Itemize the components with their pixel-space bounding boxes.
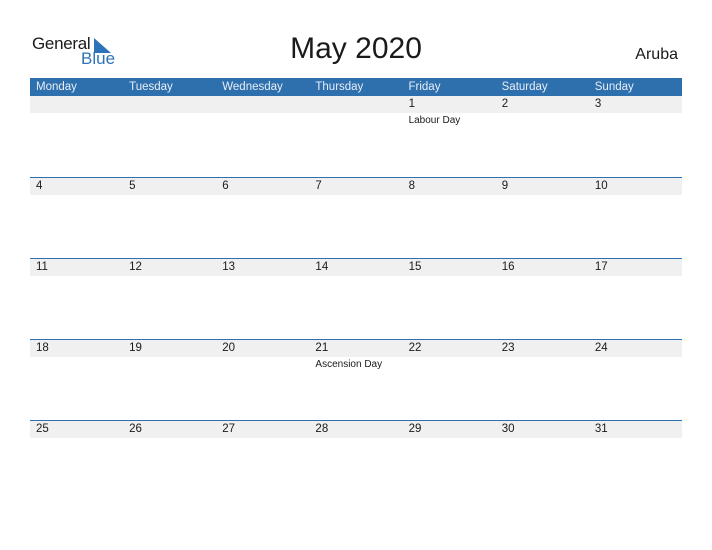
day-cell <box>216 96 309 177</box>
day-cell: 10 <box>589 178 682 259</box>
day-number: 7 <box>315 180 322 192</box>
day-cell: 5 <box>123 178 216 259</box>
day-cell: 15 <box>403 259 496 340</box>
day-cell: 18 <box>30 340 123 421</box>
day-cell: 20 <box>216 340 309 421</box>
day-cell: 23 <box>496 340 589 421</box>
day-number: 26 <box>129 423 142 435</box>
day-cell: 29 <box>403 421 496 502</box>
day-cell: 22 <box>403 340 496 421</box>
day-cell: 27 <box>216 421 309 502</box>
day-number: 8 <box>408 180 415 192</box>
holiday-label: Labour Day <box>408 115 461 126</box>
country-label: Aruba <box>635 46 678 63</box>
day-cell: 8 <box>403 178 496 259</box>
day-number: 12 <box>129 261 142 273</box>
day-number: 25 <box>36 423 49 435</box>
day-cell <box>30 96 123 177</box>
week-row: 1 Labour Day 2 3 <box>30 96 682 177</box>
weekday-header: Monday Tuesday Wednesday Thursday Friday… <box>30 78 682 96</box>
day-cell: 1 Labour Day <box>403 96 496 177</box>
day-cell: 30 <box>496 421 589 502</box>
weekday-friday: Friday <box>408 81 441 93</box>
day-number: 27 <box>222 423 236 435</box>
day-cell: 7 <box>309 178 402 259</box>
weekday-sunday: Sunday <box>594 81 634 93</box>
week-row: 11 12 13 14 15 16 17 <box>30 258 682 340</box>
weekday-saturday: Saturday <box>501 81 548 93</box>
day-number: 9 <box>501 180 509 192</box>
weekday-monday: Monday <box>36 81 77 93</box>
weekday-wednesday: Wednesday <box>222 81 283 93</box>
week-row: 18 19 20 21 Ascension Day 22 23 24 <box>30 339 682 421</box>
day-cell: 12 <box>123 259 216 340</box>
holiday-label: Ascension Day <box>315 359 383 370</box>
day-number: 22 <box>408 342 422 354</box>
day-number: 4 <box>36 180 43 192</box>
day-cell <box>309 96 402 177</box>
week-row: 25 26 27 28 29 30 31 <box>30 420 682 502</box>
day-cell: 19 <box>123 340 216 421</box>
day-cell: 28 <box>309 421 402 502</box>
day-cell: 16 <box>496 259 589 340</box>
day-number: 6 <box>222 180 229 192</box>
day-cell: 26 <box>123 421 216 502</box>
day-number: 1 <box>408 98 415 110</box>
day-cell: 31 <box>589 421 682 502</box>
day-number: 16 <box>501 261 515 273</box>
day-number: 20 <box>222 342 236 354</box>
day-cell <box>123 96 216 177</box>
day-cell: 21 Ascension Day <box>309 340 402 421</box>
day-number: 19 <box>129 342 142 354</box>
day-number: 10 <box>594 180 608 192</box>
day-number: 14 <box>315 261 329 273</box>
weekday-tuesday: Tuesday <box>129 81 173 93</box>
day-number: 15 <box>408 261 422 273</box>
day-cell: 14 <box>309 259 402 340</box>
day-number: 3 <box>594 98 602 110</box>
day-number: 17 <box>594 261 608 273</box>
day-number: 18 <box>36 342 49 354</box>
day-number: 29 <box>408 423 422 435</box>
day-cell: 3 <box>589 96 682 177</box>
day-number: 28 <box>315 423 329 435</box>
day-cell: 11 <box>30 259 123 340</box>
day-number: 24 <box>594 342 608 354</box>
day-number: 5 <box>129 180 136 192</box>
day-number: 11 <box>36 261 48 273</box>
day-cell: 17 <box>589 259 682 340</box>
calendar-title: May 2020 <box>290 32 422 65</box>
day-number: 2 <box>501 98 509 110</box>
day-number: 13 <box>222 261 236 273</box>
day-cell: 6 <box>216 178 309 259</box>
week-row: 4 5 6 7 8 9 10 <box>30 177 682 259</box>
day-number: 23 <box>501 342 515 354</box>
day-cell: 9 <box>496 178 589 259</box>
day-number: 21 <box>315 342 329 354</box>
day-cell: 4 <box>30 178 123 259</box>
day-number: 31 <box>594 423 608 435</box>
day-number: 30 <box>501 423 515 435</box>
day-cell: 13 <box>216 259 309 340</box>
day-cell: 25 <box>30 421 123 502</box>
day-cell: 24 <box>589 340 682 421</box>
weekday-thursday: Thursday <box>315 81 364 93</box>
day-cell: 2 <box>496 96 589 177</box>
